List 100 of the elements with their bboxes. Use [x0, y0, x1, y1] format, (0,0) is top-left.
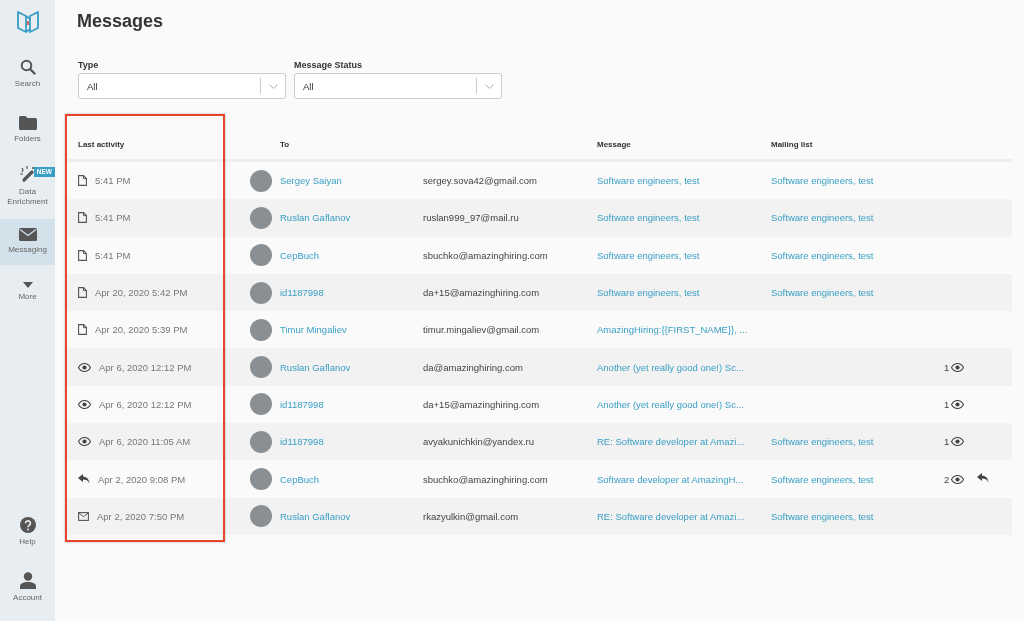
recipient-link[interactable]: id1187998 — [280, 436, 324, 448]
activity-time: Apr 2, 2020 9:08 PM — [98, 473, 186, 485]
column-header: Last activity — [78, 139, 125, 149]
email-address: timur.mingaliev@gmail.com — [423, 324, 540, 336]
column-header: To — [280, 139, 290, 149]
view-count: 1 — [944, 361, 950, 373]
view-count: 1 — [944, 436, 950, 448]
recipient-link[interactable]: id1187998 — [280, 398, 324, 410]
sidebar-item[interactable]: Messaging — [0, 219, 55, 265]
email-address: rkazyulkin@gmail.com — [423, 510, 519, 522]
eye-icon — [951, 399, 965, 409]
recipient-link[interactable]: Sergey Saiyan — [280, 175, 342, 187]
document-icon — [78, 212, 87, 224]
view-count: 1 — [944, 398, 950, 410]
reply-arrow-icon — [977, 473, 989, 483]
activity-time: Apr 6, 2020 12:12 PM — [99, 398, 192, 410]
sidebar-item[interactable]: Folders — [0, 107, 55, 153]
recipient-link[interactable]: Ruslan Gaflanov — [280, 361, 351, 373]
page-title: Messages — [77, 11, 165, 32]
email-address: sergey.sova42@gmail.com — [423, 175, 537, 187]
recipient-link[interactable]: Timur Mingaliev — [280, 324, 347, 336]
mailing-list-link[interactable]: Software engineers, test — [771, 175, 874, 187]
recipient-link[interactable]: id1187998 — [280, 287, 324, 299]
caret-down-icon — [22, 281, 33, 288]
envelope-icon — [18, 228, 37, 242]
recipient-link[interactable]: Ruslan Gaflanov — [280, 212, 351, 224]
mailing-list-link[interactable]: Software engineers, test — [771, 436, 874, 448]
mailing-list-link[interactable]: Software engineers, test — [771, 212, 874, 224]
filter-dropdown[interactable]: All — [294, 73, 502, 99]
document-icon — [78, 287, 87, 299]
message-link[interactable]: Another (yet really good one!) Sc... — [597, 361, 744, 373]
avatar — [250, 393, 272, 416]
message-link[interactable]: AmazingHiring:{{FIRST_NAME}}, ... — [597, 324, 748, 336]
sidebar-item[interactable]: More — [0, 275, 55, 309]
filter-label: Type — [78, 60, 100, 70]
email-address: sbuchko@amazinghiring.com — [423, 249, 548, 261]
help-icon — [19, 516, 36, 533]
filter-label: Message Status — [294, 60, 364, 70]
avatar — [250, 356, 272, 379]
mailing-list-link[interactable]: Software engineers, test — [771, 249, 874, 261]
message-link[interactable]: RE: Software developer at Amazi... — [597, 436, 745, 448]
activity-time: Apr 6, 2020 11:05 AM — [99, 436, 191, 448]
mailing-list-link[interactable]: Software engineers, test — [771, 287, 874, 299]
eye-icon — [78, 437, 91, 447]
person-icon — [19, 572, 36, 590]
search-icon — [19, 58, 36, 75]
eye-icon — [951, 437, 965, 447]
recipient-link[interactable]: CepBuch — [280, 473, 320, 485]
view-count: 2 — [944, 473, 950, 485]
message-link[interactable]: Software engineers, test — [597, 249, 700, 261]
avatar — [250, 281, 272, 304]
eye-icon — [951, 362, 965, 372]
activity-time: Apr 2, 2020 7:50 PM — [97, 510, 185, 522]
recipient-link[interactable]: Ruslan Gaflanov — [280, 510, 351, 522]
avatar — [250, 318, 272, 341]
message-link[interactable]: Another (yet really good one!) Sc... — [597, 398, 744, 410]
eye-icon — [951, 474, 965, 484]
avatar — [250, 468, 272, 490]
sidebar-item[interactable]: Help — [0, 509, 55, 555]
email-address: da+15@amazinghiring.com — [423, 398, 540, 410]
message-link[interactable]: Software engineers, test — [597, 175, 700, 187]
envelope-icon — [78, 511, 89, 521]
activity-time: Apr 6, 2020 12:12 PM — [99, 361, 192, 373]
avatar — [250, 430, 272, 453]
chevron-down-icon — [485, 83, 494, 89]
message-link[interactable]: Software engineers, test — [597, 287, 700, 299]
email-address: da@amazinghiring.com — [423, 361, 523, 373]
folder-icon — [18, 115, 37, 130]
chevron-down-icon — [269, 83, 278, 89]
activity-time: 5:41 PM — [95, 212, 131, 224]
email-address: avyakunichkin@yandex.ru — [423, 436, 535, 448]
email-address: da+15@amazinghiring.com — [423, 287, 540, 299]
message-link[interactable]: RE: Software developer at Amazi... — [597, 510, 745, 522]
avatar — [250, 206, 272, 229]
mailing-list-link[interactable]: Software engineers, test — [771, 473, 874, 485]
avatar — [250, 169, 272, 192]
activity-time: Apr 20, 2020 5:39 PM — [95, 324, 188, 336]
email-address: ruslan999_97@mail.ru — [423, 212, 519, 224]
message-link[interactable]: Software developer at AmazingH... — [597, 473, 744, 485]
recipient-link[interactable]: CepBuch — [280, 249, 320, 261]
document-icon — [78, 175, 87, 187]
avatar — [250, 505, 272, 528]
sidebar-item[interactable]: Account — [0, 565, 55, 611]
activity-time: Apr 20, 2020 5:42 PM — [95, 287, 188, 299]
mailing-list-link[interactable]: Software engineers, test — [771, 510, 874, 522]
email-address: sbuchko@amazinghiring.com — [423, 473, 548, 485]
eye-icon — [78, 399, 91, 409]
eye-icon — [78, 362, 91, 372]
message-link[interactable]: Software engineers, test — [597, 212, 700, 224]
activity-time: 5:41 PM — [95, 175, 131, 187]
document-icon — [78, 249, 87, 261]
filter-dropdown[interactable]: All — [78, 73, 286, 99]
column-header: Mailing list — [771, 139, 813, 149]
sidebar-item[interactable]: Search — [0, 51, 55, 97]
avatar — [250, 244, 272, 267]
reply-arrow-icon — [78, 474, 90, 484]
activity-time: 5:41 PM — [95, 249, 131, 261]
column-header: Message — [597, 139, 631, 149]
magic-wand-icon — [18, 164, 37, 183]
document-icon — [78, 324, 87, 336]
